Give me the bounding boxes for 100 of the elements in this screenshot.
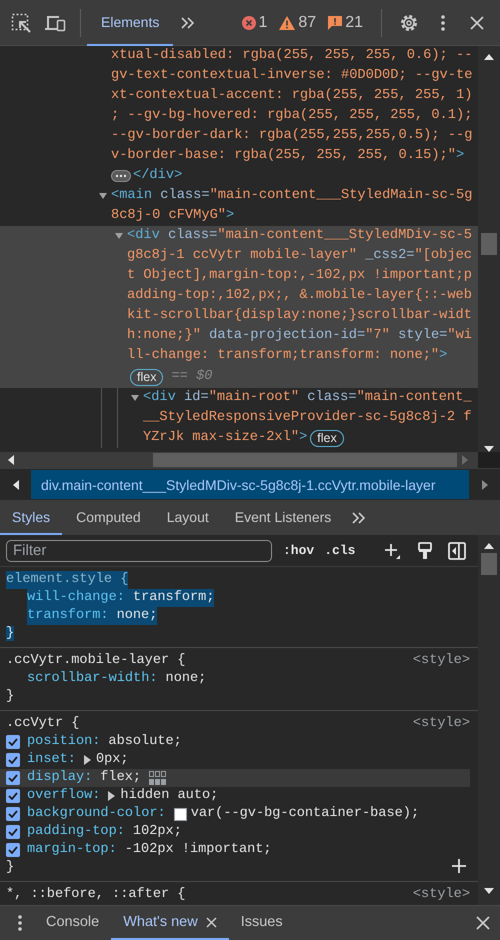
checkbox[interactable] (6, 735, 20, 749)
scrollbar-thumb[interactable] (481, 233, 497, 255)
closing-brace: } (6, 860, 14, 875)
property-name[interactable]: position: (27, 733, 100, 751)
expanded-triangle-icon[interactable] (115, 233, 123, 239)
flex-badge[interactable]: flex (130, 368, 164, 386)
expand-triangle-icon[interactable] (84, 755, 91, 765)
code-line: <main class="main-content___StyledMain-sc-5g (111, 187, 472, 205)
expanded-triangle-icon[interactable] (131, 395, 139, 401)
settings-icon (399, 12, 419, 32)
property-name[interactable]: will-change: (27, 589, 125, 607)
property-name[interactable]: margin-top: (27, 841, 117, 859)
code-line: xtual-disabled: rgba(255, 255, 255, 0.6); -- (111, 47, 472, 65)
tab-label[interactable]: Console (46, 914, 100, 930)
code-line: <div class="main-content___StyledMDiv-sc-5 (127, 227, 472, 245)
property-name[interactable]: overflow: (27, 787, 100, 805)
checkbox[interactable] (6, 753, 20, 767)
counter-text: 21 (345, 14, 363, 32)
drawer-tab[interactable]: What's new (111, 906, 229, 940)
panel-tab[interactable]: Elements (87, 0, 174, 46)
checkbox[interactable] (6, 807, 20, 821)
source-link[interactable]: <style> (412, 652, 470, 670)
filter-field[interactable]: Filter (6, 540, 272, 562)
sidebar-toggle-icon (448, 542, 466, 560)
property-name[interactable]: inset: (27, 751, 76, 769)
issue-icon (328, 16, 342, 30)
property-value[interactable]: transform; (124, 589, 214, 607)
sidebar-tab[interactable]: Computed (64, 500, 153, 535)
css-selector[interactable]: element.style { (6, 571, 128, 589)
more-tabs-icon (180, 16, 196, 30)
scroll-left-arrow-icon[interactable] (8, 455, 14, 465)
property-value[interactable]: var(--gv-bg-container-base); (190, 805, 420, 823)
drawer-tab[interactable]: Console (34, 906, 112, 940)
code-line: v-border-base: rgba(255, 255, 255, 0.15);"> (111, 147, 466, 165)
more-tabs-icon (351, 510, 368, 524)
property-name[interactable]: padding-top: (27, 823, 125, 841)
property-value[interactable]: absolute; (108, 733, 182, 751)
code-line: gv-text-contextual-inverse: #0D0D0D; --gv-te (111, 67, 472, 85)
code-line: --gv-border-dark: rgba(255,255,255,0.5); --g (111, 127, 472, 145)
code-line: adding-top:,102,px;, &.mobile-layer{::-web (127, 287, 472, 305)
code-line: ; --gv-bg-hovered: rgba(255, 255, 255, 0.1); (111, 107, 472, 125)
issues-counter[interactable]: 1 87 21 (242, 14, 375, 32)
error-icon (242, 16, 256, 30)
tab-label[interactable]: Issues (240, 914, 283, 930)
code-line: kit-scrollbar{display:none;}scrollbar-widt (127, 307, 472, 325)
ellipsis-badge-icon[interactable] (111, 170, 131, 182)
css-selector[interactable]: *, ::before, ::after { (6, 886, 186, 904)
code-text: </div> (133, 167, 182, 185)
drawer-tab[interactable]: Issues (228, 906, 295, 940)
property-value[interactable]: none; (108, 607, 158, 625)
code-text: YZrJk max-size-2xl" (143, 429, 300, 447)
sidebar-tab[interactable]: Layout (154, 500, 221, 535)
code-line: 8c8j-0 cFVMyG"> (111, 207, 236, 225)
code-line: ll-change: transform;transform: none;"> (127, 347, 448, 365)
css-selector[interactable]: .ccVytr { (6, 715, 80, 733)
checkbox[interactable] (6, 771, 20, 785)
breadcrumb[interactable]: div.main-content___StyledMDiv-sc-5g8c8j-1.ccVytr.mobile-layer (31, 470, 469, 499)
toggle-button[interactable]: :hov (278, 543, 320, 558)
paint-brush-icon (418, 542, 432, 560)
property-value[interactable]: flex; (100, 769, 142, 787)
code-line: <div id="main-root" class="main-content_ (143, 389, 472, 407)
scroll-down-arrow-icon[interactable] (484, 888, 494, 894)
more-options-icon (18, 915, 22, 931)
property-name[interactable]: scrollbar-width: (27, 670, 158, 688)
property-value[interactable]: hidden auto; (120, 787, 218, 805)
flex-badge[interactable]: flex (310, 430, 344, 446)
property-value[interactable]: -102px !important; (124, 841, 272, 859)
checkbox[interactable] (6, 843, 20, 857)
caret-left-icon (12, 480, 18, 490)
css-selector[interactable]: .ccVytr.mobile-layer { (6, 652, 186, 670)
sidebar-tab[interactable]: Event Listeners (222, 500, 344, 535)
property-value[interactable]: 0px; (96, 751, 129, 769)
scroll-up-arrow-icon[interactable] (484, 54, 494, 60)
property-value[interactable]: none; (166, 670, 206, 688)
source-link[interactable]: <style> (412, 715, 470, 733)
property-name[interactable]: display: (27, 769, 92, 787)
property-name[interactable]: background-color: (27, 805, 166, 823)
more-options-icon (441, 14, 445, 30)
expand-triangle-icon[interactable] (108, 791, 116, 801)
code-line: xt-contextual-accent: rgba(255, 255, 255, 1) (111, 87, 472, 105)
scrollbar-thumb[interactable] (153, 453, 457, 467)
counter-text: 87 (298, 14, 316, 32)
close-tab-button[interactable] (206, 916, 217, 928)
flex-editor-icon[interactable] (149, 771, 168, 785)
scrollbar-thumb[interactable] (481, 553, 497, 575)
checkbox[interactable] (6, 789, 20, 803)
property-value[interactable]: 102px; (132, 823, 182, 841)
tab-label[interactable]: What's new (123, 914, 198, 930)
toggle-button[interactable]: .cls (319, 543, 360, 558)
color-swatch[interactable] (174, 808, 187, 820)
checkbox[interactable] (6, 825, 20, 839)
scroll-down-arrow-icon[interactable] (484, 446, 494, 452)
property-name[interactable]: transform: (27, 607, 109, 625)
plus-icon (384, 542, 400, 558)
expanded-triangle-icon[interactable] (99, 193, 107, 199)
code-line: g8c8j-1 ccVytr mobile-layer" _css2="[objec (127, 247, 472, 265)
scroll-up-arrow-icon[interactable] (484, 543, 494, 549)
close-icon (470, 16, 484, 30)
source-link[interactable]: <style> (412, 886, 470, 904)
add-property-button[interactable] (452, 859, 466, 873)
